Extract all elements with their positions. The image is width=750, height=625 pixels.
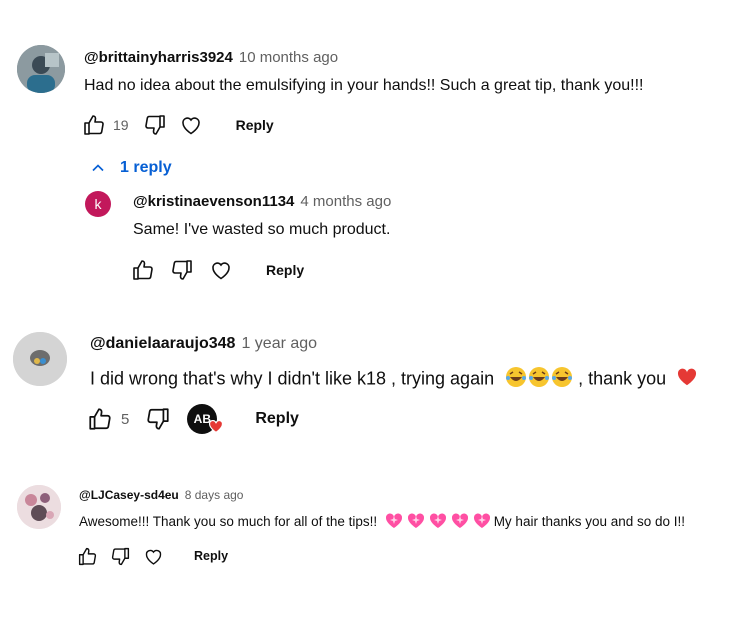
heart-outline-icon[interactable] bbox=[143, 546, 164, 567]
comment-thread-3: @LJCasey-sd4eu 8 days ago Awesome!!! Than… bbox=[0, 0, 750, 580]
comment-actions: Reply bbox=[77, 544, 228, 568]
thumbs-down-icon[interactable] bbox=[110, 546, 131, 567]
comment-author-line: @LJCasey-sd4eu 8 days ago bbox=[79, 488, 243, 502]
timestamp[interactable]: 8 days ago bbox=[185, 488, 244, 502]
thumbs-up-icon[interactable] bbox=[77, 546, 98, 567]
comment-text-main: Awesome!!! Thank you so much for all of … bbox=[79, 514, 378, 530]
reply-button[interactable]: Reply bbox=[194, 549, 228, 563]
comment-text: Awesome!!! Thank you so much for all of … bbox=[79, 512, 685, 533]
avatar[interactable] bbox=[17, 485, 61, 529]
comments-section: @brittainyharris3924 10 months ago Had no… bbox=[0, 0, 750, 625]
sparkling-heart-emoji bbox=[385, 512, 490, 533]
comment-text-tail: My hair thanks you and so do I!! bbox=[493, 514, 686, 530]
author-handle[interactable]: @LJCasey-sd4eu bbox=[79, 488, 179, 502]
